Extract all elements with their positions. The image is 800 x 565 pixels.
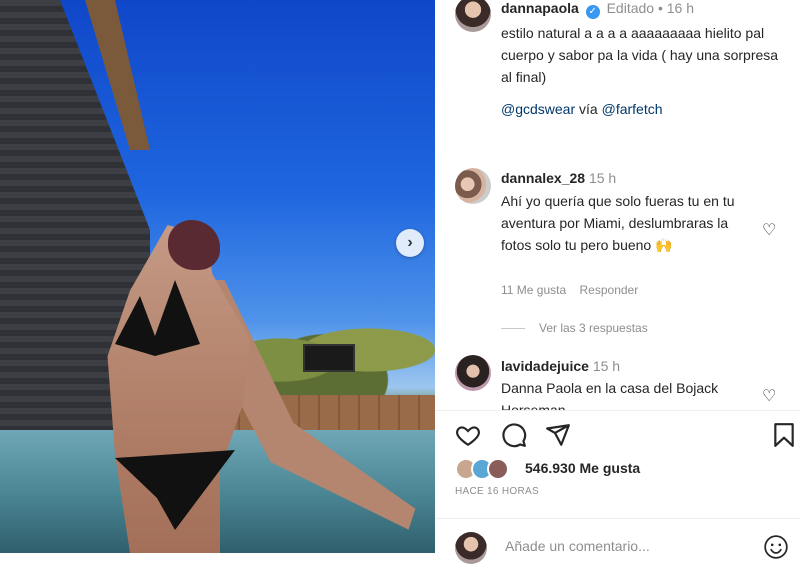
- comment-icon[interactable]: [501, 422, 529, 450]
- person-hair: [168, 220, 220, 270]
- via-text: vía: [579, 101, 598, 117]
- edited-label: Editado: [606, 0, 655, 16]
- likes-count[interactable]: 546.930 Me gusta: [525, 460, 640, 476]
- next-image-button[interactable]: ›: [396, 229, 424, 257]
- heart-icon[interactable]: ♡: [762, 220, 776, 240]
- chevron-right-icon: ›: [407, 234, 413, 251]
- commenter-avatar[interactable]: [455, 355, 491, 391]
- post-time: 16 h: [666, 0, 694, 16]
- comment-text: Ahí yo quería que solo fueras tu en tu a…: [501, 193, 735, 253]
- mention-gcdswear[interactable]: @gcdswear: [501, 101, 575, 117]
- current-user-avatar: [455, 532, 487, 564]
- comment-time: 15 h: [588, 170, 617, 186]
- comment-likes[interactable]: 11 Me gusta: [501, 283, 566, 297]
- comment-meta: 11 Me gusta Responder: [501, 283, 638, 297]
- emoji-icon[interactable]: [763, 534, 789, 560]
- divider: [435, 518, 800, 519]
- commenter-avatar[interactable]: [455, 168, 491, 204]
- caption-mentions: @gcdswear vía @farfetch: [501, 98, 781, 120]
- bookmark-icon[interactable]: [771, 422, 799, 450]
- liker-avatar[interactable]: [487, 458, 509, 480]
- comment-input[interactable]: Añade un comentario...: [505, 538, 650, 554]
- post-detail-panel: dannapaola ✓ Editado • 16 h estilo natur…: [435, 0, 800, 564]
- comment-header: dannalex_28 15 h: [501, 170, 616, 186]
- comment-header: lavidadejuice 15 h: [501, 358, 620, 374]
- comment-username[interactable]: dannalex_28: [501, 170, 585, 186]
- comment-text: Danna Paola en la casa del Bojack Horsem…: [501, 380, 719, 410]
- post-image[interactable]: [0, 0, 435, 553]
- heart-icon[interactable]: [455, 422, 483, 450]
- reply-button[interactable]: Responder: [580, 283, 639, 297]
- posted-ago[interactable]: HACE 16 HORAS: [455, 486, 539, 497]
- comments-scroll[interactable]: dannapaola ✓ Editado • 16 h estilo natur…: [435, 0, 800, 410]
- verified-badge-icon: ✓: [585, 5, 600, 19]
- likes-row: 546.930 Me gusta: [455, 458, 795, 484]
- send-icon[interactable]: [545, 422, 573, 450]
- caption-header: dannapaola ✓ Editado • 16 h: [501, 0, 694, 19]
- heart-icon[interactable]: ♡: [762, 386, 776, 406]
- comment-time: 15 h: [592, 358, 621, 374]
- divider: [435, 410, 800, 411]
- view-replies-button[interactable]: Ver las 3 respuestas: [501, 321, 648, 335]
- divider-line: [501, 328, 525, 330]
- comment-box: Añade un comentario...: [455, 532, 800, 564]
- author-username[interactable]: dannapaola: [501, 0, 579, 16]
- comment-username[interactable]: lavidadejuice: [501, 358, 589, 374]
- action-bar: [455, 422, 795, 452]
- mention-farfetch[interactable]: @farfetch: [602, 101, 663, 117]
- post-caption: estilo natural a a a a aaaaaaaaa hielito…: [501, 25, 779, 85]
- outdoor-tv: [303, 344, 355, 372]
- author-avatar[interactable]: [455, 0, 491, 32]
